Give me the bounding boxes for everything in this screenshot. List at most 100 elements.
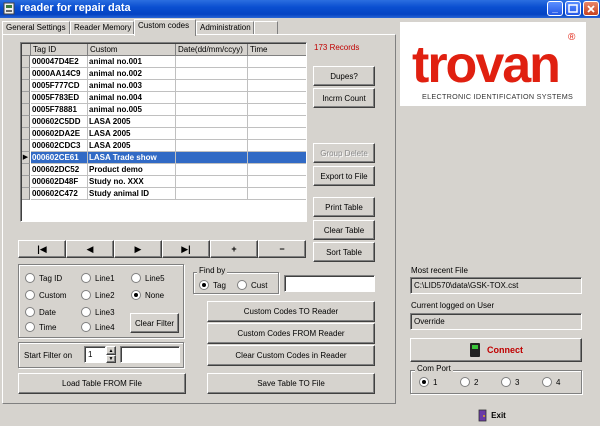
start-filter-spin-input[interactable]: 1 [84, 346, 106, 363]
incrm-count-button[interactable]: Incrm Count [313, 88, 375, 108]
row-indicator [22, 104, 30, 116]
tab-administration[interactable]: Administration [196, 21, 254, 35]
cell-custom: animal no.005 [88, 104, 176, 116]
connect-button[interactable]: Connect [410, 338, 582, 362]
cell-custom: LASA 2005 [88, 116, 176, 128]
app-window: reader for repair data _ General Setting… [0, 0, 600, 426]
exit-button[interactable]: Exit [462, 406, 522, 424]
load-table-from-file-button[interactable]: Load Table FROM File [18, 373, 186, 394]
clear-custom-codes-in-reader-button[interactable]: Clear Custom Codes in Reader [207, 345, 375, 366]
minimize-button[interactable]: _ [547, 1, 563, 16]
cell-tag-id: 000602C472 [31, 188, 88, 200]
print-table-button[interactable]: Print Table [313, 197, 375, 217]
minimize-icon: _ [552, 3, 558, 14]
find-by-label: Find by [197, 266, 228, 275]
logo-tagline: ELECTRONIC IDENTIFICATION SYSTEMS [422, 92, 573, 101]
filter-radio-line3[interactable]: Line3 [81, 307, 115, 317]
find-by-radio-tag[interactable]: Tag [199, 280, 226, 290]
tab-general-settings[interactable]: General Settings [2, 21, 70, 35]
table-row[interactable]: 000602C472 Study animal ID [21, 188, 306, 200]
connect-icon [470, 343, 480, 357]
delete-record-button[interactable]: − [258, 240, 306, 258]
radio-dot [460, 377, 470, 387]
first-record-button[interactable]: |◀ [18, 240, 66, 258]
column-header-tag-id[interactable]: Tag ID [31, 44, 88, 56]
start-filter-text-input[interactable] [120, 346, 180, 363]
find-by-radio-cust[interactable]: Cust [237, 280, 267, 290]
cell-date [176, 140, 248, 152]
table-row-selected[interactable]: ▶ 000602CE61 LASA Trade show [21, 152, 306, 164]
table-row[interactable]: 0000AA14C9 animal no.002 [21, 68, 306, 80]
cell-time [248, 176, 306, 188]
filter-radio-date[interactable]: Date [25, 307, 56, 317]
cell-time [248, 80, 306, 92]
find-input[interactable] [284, 275, 375, 292]
row-indicator [22, 80, 30, 92]
dupes-button[interactable]: Dupes? [313, 66, 375, 86]
cell-tag-id: 000602DC52 [31, 164, 88, 176]
current-row-arrow-icon: ▶ [22, 152, 30, 164]
com-port-radio-2[interactable]: 2 [460, 377, 478, 387]
table-row[interactable]: 000602C5DD LASA 2005 [21, 116, 306, 128]
clear-table-button[interactable]: Clear Table [313, 220, 375, 240]
filter-radio-line1[interactable]: Line1 [81, 273, 115, 283]
cell-custom: animal no.001 [88, 56, 176, 68]
cell-custom: animal no.002 [88, 68, 176, 80]
radio-dot [81, 273, 91, 283]
last-record-button[interactable]: ▶| [162, 240, 210, 258]
radio-dot-selected [199, 280, 209, 290]
com-port-radio-4[interactable]: 4 [542, 377, 560, 387]
next-record-button[interactable]: ▶ [114, 240, 162, 258]
cell-time [248, 56, 306, 68]
cell-time [248, 188, 306, 200]
tab-extra[interactable] [254, 21, 278, 35]
sort-table-button[interactable]: Sort Table [313, 242, 375, 262]
status-bar: Exit [0, 404, 600, 426]
table-row[interactable]: 0005F78881 animal no.005 [21, 104, 306, 116]
export-to-file-button[interactable]: Export to File [313, 166, 375, 186]
registered-mark: ® [568, 32, 576, 43]
com-port-label: Com Port [415, 364, 453, 373]
filter-radio-line4[interactable]: Line4 [81, 322, 115, 332]
radio-dot [25, 307, 35, 317]
row-indicator [22, 116, 30, 128]
cell-tag-id: 000602CE61 [31, 152, 88, 164]
column-header-time[interactable]: Time [248, 44, 306, 56]
table-row[interactable]: 000047D4E2 animal no.001 [21, 56, 306, 68]
filter-radio-line2[interactable]: Line2 [81, 290, 115, 300]
com-port-radio-1[interactable]: 1 [419, 377, 437, 387]
table-row[interactable]: 000602D48F Study no. XXX [21, 176, 306, 188]
spin-down-button[interactable]: ▼ [106, 355, 116, 363]
table-row[interactable]: 0005F783ED animal no.004 [21, 92, 306, 104]
filter-radio-custom[interactable]: Custom [25, 290, 67, 300]
clear-filter-button[interactable]: Clear Filter [130, 313, 179, 333]
tab-reader-memory[interactable]: Reader Memory [70, 21, 134, 35]
cell-time [248, 128, 306, 140]
custom-codes-table[interactable]: Tag ID Custom Date(dd/mm/ccyy) Time 0000… [20, 42, 307, 222]
spin-up-button[interactable]: ▲ [106, 346, 116, 355]
save-table-to-file-button[interactable]: Save Table TO File [207, 373, 375, 394]
table-row[interactable]: 0005F777CD animal no.003 [21, 80, 306, 92]
table-row[interactable]: 000602DA2E LASA 2005 [21, 128, 306, 140]
column-header-date[interactable]: Date(dd/mm/ccyy) [176, 44, 248, 56]
filter-radio-line5[interactable]: Line5 [131, 273, 165, 283]
prior-record-button[interactable]: ◀ [66, 240, 114, 258]
tab-custom-codes[interactable]: Custom codes [134, 19, 196, 36]
cell-time [248, 68, 306, 80]
filter-radio-tag-id[interactable]: Tag ID [25, 273, 62, 283]
com-port-radio-3[interactable]: 3 [501, 377, 519, 387]
filter-radio-time[interactable]: Time [25, 322, 56, 332]
cell-date [176, 92, 248, 104]
cell-time [248, 104, 306, 116]
insert-record-button[interactable]: + [210, 240, 258, 258]
filter-radio-none[interactable]: None [131, 290, 164, 300]
custom-codes-to-reader-button[interactable]: Custom Codes TO Reader [207, 301, 375, 322]
group-delete-button[interactable]: Group Delete [313, 143, 375, 163]
close-button[interactable] [583, 1, 599, 16]
maximize-button[interactable] [565, 1, 581, 16]
custom-codes-from-reader-button[interactable]: Custom Codes FROM Reader [207, 323, 375, 344]
table-row[interactable]: 000602DC52 Product demo [21, 164, 306, 176]
column-header-custom[interactable]: Custom [88, 44, 176, 56]
table-row[interactable]: 000602CDC3 LASA 2005 [21, 140, 306, 152]
cell-custom: Study animal ID [88, 188, 176, 200]
